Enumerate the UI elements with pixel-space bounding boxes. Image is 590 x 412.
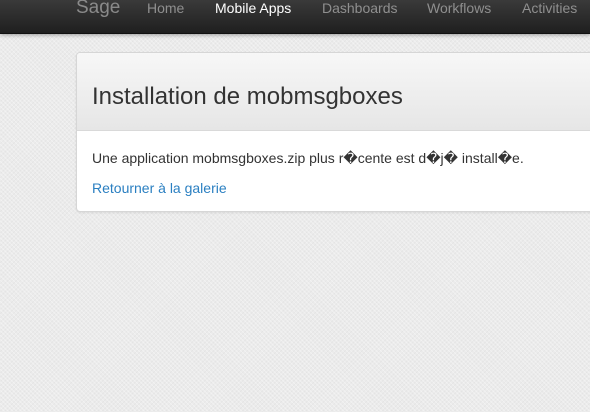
installation-panel: Installation de mobmsgboxes Une applicat… — [76, 52, 590, 212]
page-title: Installation de mobmsgboxes — [92, 83, 403, 110]
nav-item-home[interactable]: Home — [147, 0, 184, 18]
nav-item-dashboards[interactable]: Dashboards — [322, 0, 398, 18]
nav-item-mobile-apps[interactable]: Mobile Apps — [215, 0, 291, 18]
back-to-gallery-link[interactable]: Retourner à la galerie — [92, 178, 227, 198]
status-message: Une application mobmsgboxes.zip plus r�c… — [92, 150, 524, 166]
top-navbar: Sage Home Mobile Apps Dashboards Workflo… — [0, 0, 590, 34]
panel-header: Installation de mobmsgboxes — [77, 53, 590, 131]
nav-item-activities[interactable]: Activities — [522, 0, 577, 18]
brand-logo-link[interactable]: Sage — [76, 0, 120, 20]
nav-item-workflows[interactable]: Workflows — [427, 0, 491, 18]
